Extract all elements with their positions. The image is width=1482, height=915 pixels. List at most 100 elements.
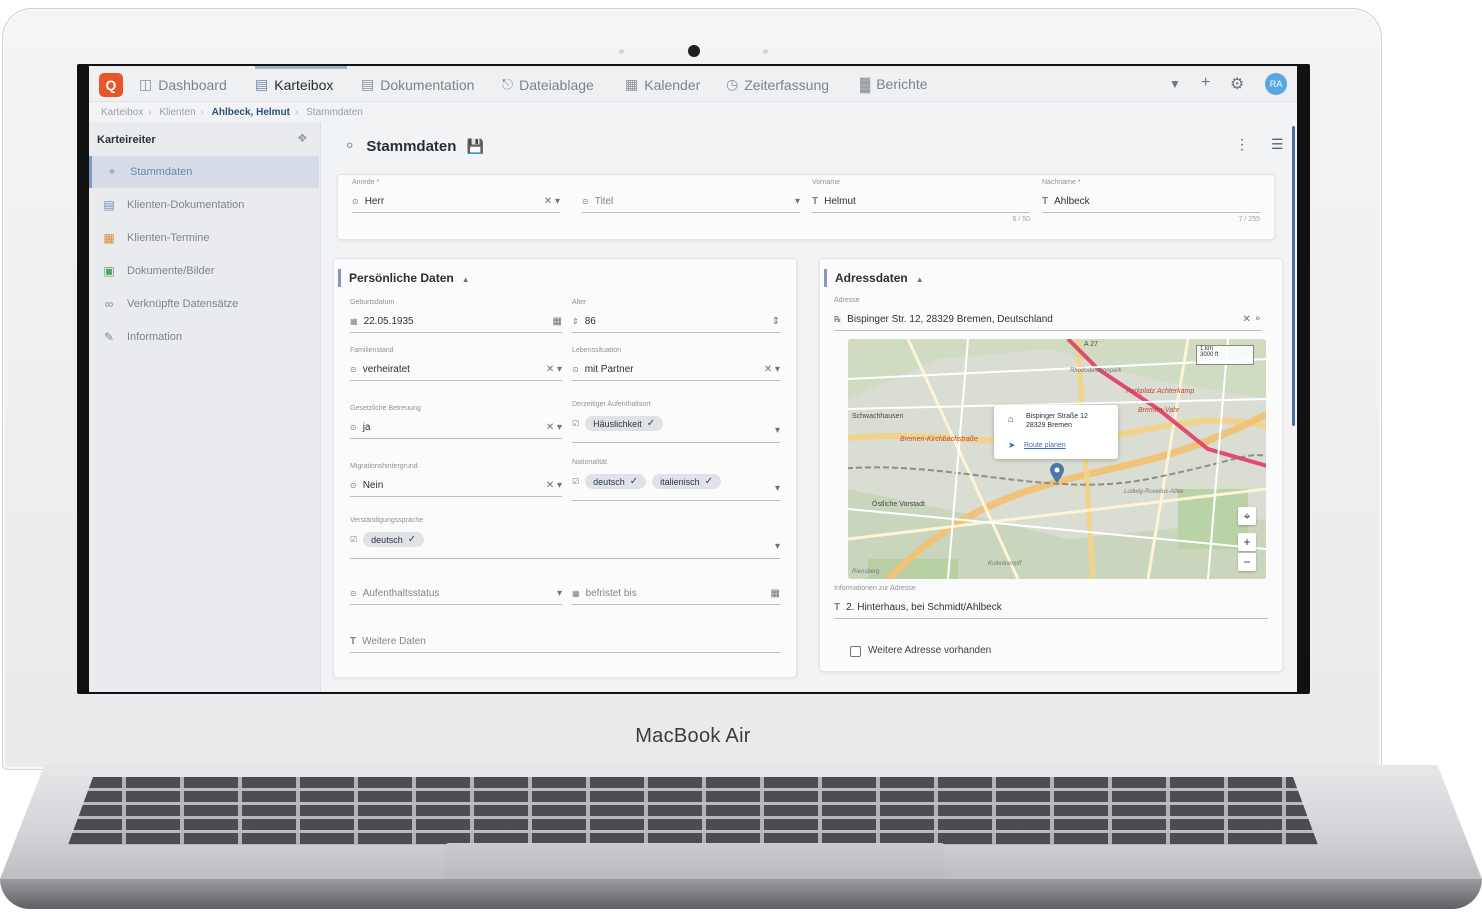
dropdown-icon[interactable]: ▾ [775,425,780,436]
sidebar-item-dokumente-bilder[interactable]: ▣ Dokumente/Bilder [89,255,319,287]
section-title-text: Adressdaten [835,271,908,285]
more-options-icon[interactable]: ⋮ [1235,136,1249,153]
chip[interactable]: italienisch ✓ [652,474,722,489]
check-icon: ✓ [704,476,714,487]
image-icon: ▣ [103,264,115,278]
locate-icon[interactable]: ⌖ [1238,507,1256,525]
number-icon: ⇕ [572,317,579,326]
collapse-icon[interactable]: ▲ [916,275,924,284]
befristet-date-field[interactable]: ▦ befristet bis ▦ [572,585,780,605]
sensor-dot [619,49,624,54]
breadcrumb-item[interactable]: Klienten [159,107,195,118]
address-icon: ℞ [834,315,842,324]
dropdown-icon[interactable]: ▾ [557,588,562,599]
anrede-select[interactable]: Anrede * ⊙ Herr ✕ ▾ [352,179,560,213]
select-icon: ⊙ [350,589,357,598]
nav-dateiablage[interactable]: ⎋ Dateiablage [502,76,594,93]
geburtsdatum-field[interactable]: Geburtsdatum ▦ 22.05.1935 ▦ [350,299,562,333]
betreuung-select[interactable]: Gesetzliche Betreuung ⊙ ja ✕ ▾ [350,405,562,439]
chip[interactable]: Häuslichkeit ✓ [585,416,664,431]
zoom-out-button[interactable]: − [1238,553,1256,571]
sidebar: Karteireiter ❖ ⚬ Stammdaten ▤ Klienten-D… [89,122,321,692]
dropdown-icon[interactable]: ▼ [1169,77,1181,91]
top-navigation: Q ◫ Dashboard ▤ Karteibox ▤ Dokumentatio… [89,66,1297,102]
gear-icon[interactable]: ⚙ [1230,74,1244,94]
clear-dropdown-icon[interactable]: ✕ ▾ [546,364,562,375]
sprache-multiselect[interactable]: Verständigungssprache ☑ deutsch ✓ ▾ [350,517,780,559]
clear-dropdown-icon[interactable]: ✕ ▾ [764,364,780,375]
calendar-picker-icon[interactable]: ▦ [553,316,562,327]
field-label: Informationen zur Adresse [834,585,916,592]
nav-dokumentation[interactable]: ▤ Dokumentation [361,76,474,93]
route-link[interactable]: Route planen [1024,442,1066,449]
field-placeholder: Weitere Daten [362,636,426,647]
chip-label: italienisch [660,476,700,487]
alter-field[interactable]: Alter ⇕ 86 ⇕ [572,299,780,333]
nationalitaet-multiselect[interactable]: Nationalität ☑ deutsch ✓ italienisch ✓ ▾ [572,459,780,501]
clear-dropdown-icon[interactable]: ✕ ▾ [544,196,560,207]
aufenthaltsstatus-select[interactable]: ⊙ Aufenthaltsstatus ▾ [350,585,562,605]
weitere-adresse-checkbox[interactable] [850,646,861,657]
chip[interactable]: deutsch ✓ [363,532,425,547]
nachname-field[interactable]: Nachname * T Ahlbeck 7 / 255 [1042,179,1260,223]
nav-karteibox[interactable]: ▤ Karteibox [255,76,333,93]
field-placeholder: befristet bis [585,588,637,599]
field-label: Migrationshintergrund [350,463,418,470]
section-title[interactable]: Persönliche Daten ▲ [338,269,470,287]
migration-select[interactable]: Migrationshintergrund ⊙ Nein ✕ ▾ [350,463,562,497]
address-map[interactable]: Schwachhausen Östliche Vorstadt Bremen-K… [848,339,1266,579]
navigation-arrow-icon: ➤ [1008,440,1016,450]
menu-icon[interactable]: ☰ [1271,136,1284,153]
add-icon[interactable]: + [1201,74,1210,92]
pin-icon[interactable]: ❖ [297,131,308,145]
locate-person-icon[interactable]: ⚬ [1254,314,1262,325]
adresse-field[interactable]: Adresse ℞ Bispinger Str. 12, 28329 Bremen… [834,297,1262,331]
titel-select[interactable]: ⊙ Titel ▾ [582,193,800,213]
breadcrumb-item[interactable]: Ahlbeck, Helmut [212,107,290,118]
active-tab-indicator [255,66,347,69]
lebenssituation-select[interactable]: Lebenssituation ⊙ mit Partner ✕ ▾ [572,347,780,381]
chip[interactable]: deutsch ✓ [585,474,647,489]
clear-dropdown-icon[interactable]: ✕ ▾ [546,480,562,491]
clear-locate-icon[interactable]: ✕ ⚬ [1242,314,1262,325]
calendar-picker-icon[interactable]: ▦ [771,588,780,599]
nav-label: Berichte [876,76,928,92]
map-marker-icon[interactable] [1049,463,1065,483]
stepper-icon[interactable]: ⇕ [772,316,780,327]
sidebar-item-klienten-dokumentation[interactable]: ▤ Klienten-Dokumentation [89,189,319,221]
chip-label: deutsch [593,476,625,487]
sidebar-item-label: Klienten-Dokumentation [127,199,245,211]
field-value: ja [362,422,371,433]
field-value: Bispinger Str. 12, 28329 Bremen, Deutsch… [847,314,1053,325]
clear-dropdown-icon[interactable]: ✕ ▾ [546,422,562,433]
clock-icon: ◷ [726,76,739,92]
dropdown-icon[interactable]: ▾ [775,483,780,494]
map-popup[interactable]: ⌂ Bispinger Straße 12 28329 Bremen ➤ Rou… [994,405,1118,459]
section-title[interactable]: Adressdaten ▲ [824,269,924,287]
breadcrumb-item[interactable]: Karteibox [101,107,143,118]
familienstand-select[interactable]: Familienstand ⊙ verheiratet ✕ ▾ [350,347,562,381]
sidebar-item-information[interactable]: ✎ Information [89,321,319,353]
nav-dashboard[interactable]: ◫ Dashboard [139,76,227,93]
nav-kalender[interactable]: ▦ Kalender [625,76,700,93]
weitere-daten-field[interactable]: T Weitere Daten [350,633,780,653]
save-icon[interactable]: 💾 [466,138,483,155]
collapse-icon[interactable]: ▲ [462,275,470,284]
avatar[interactable]: RA [1265,73,1287,95]
sidebar-item-klienten-termine[interactable]: ▦ Klienten-Termine [89,222,319,254]
address-card: Adressdaten ▲ Adresse ℞ Bispinger Str. 12,… [819,258,1283,672]
sidebar-item-verknuepfte-datensaetze[interactable]: ∞ Verknüpfte Datensätze [89,288,319,320]
nav-berichte[interactable]: ▓ Berichte [860,76,928,92]
map-label: Riensberg [852,569,880,575]
nav-zeiterfassung[interactable]: ◷ Zeiterfassung [726,76,829,93]
address-info-field[interactable]: Informationen zur Adresse T 2. Hinterhaus… [834,585,1268,619]
dropdown-icon[interactable]: ▾ [775,541,780,552]
aufenthaltsort-multiselect[interactable]: Derzeitiger Aufenthaltsort ☑ Häuslichkei… [572,401,780,443]
vorname-field[interactable]: Vorname T Helmut 6 / 50 [812,179,1030,223]
zoom-in-button[interactable]: + [1238,533,1256,551]
scrollbar[interactable] [1292,126,1295,426]
sidebar-item-stammdaten[interactable]: ⚬ Stammdaten [89,156,319,188]
scale-ft: 3000 ft [1200,352,1219,358]
app-logo[interactable]: Q [99,73,123,97]
dropdown-icon[interactable]: ▾ [795,196,800,207]
